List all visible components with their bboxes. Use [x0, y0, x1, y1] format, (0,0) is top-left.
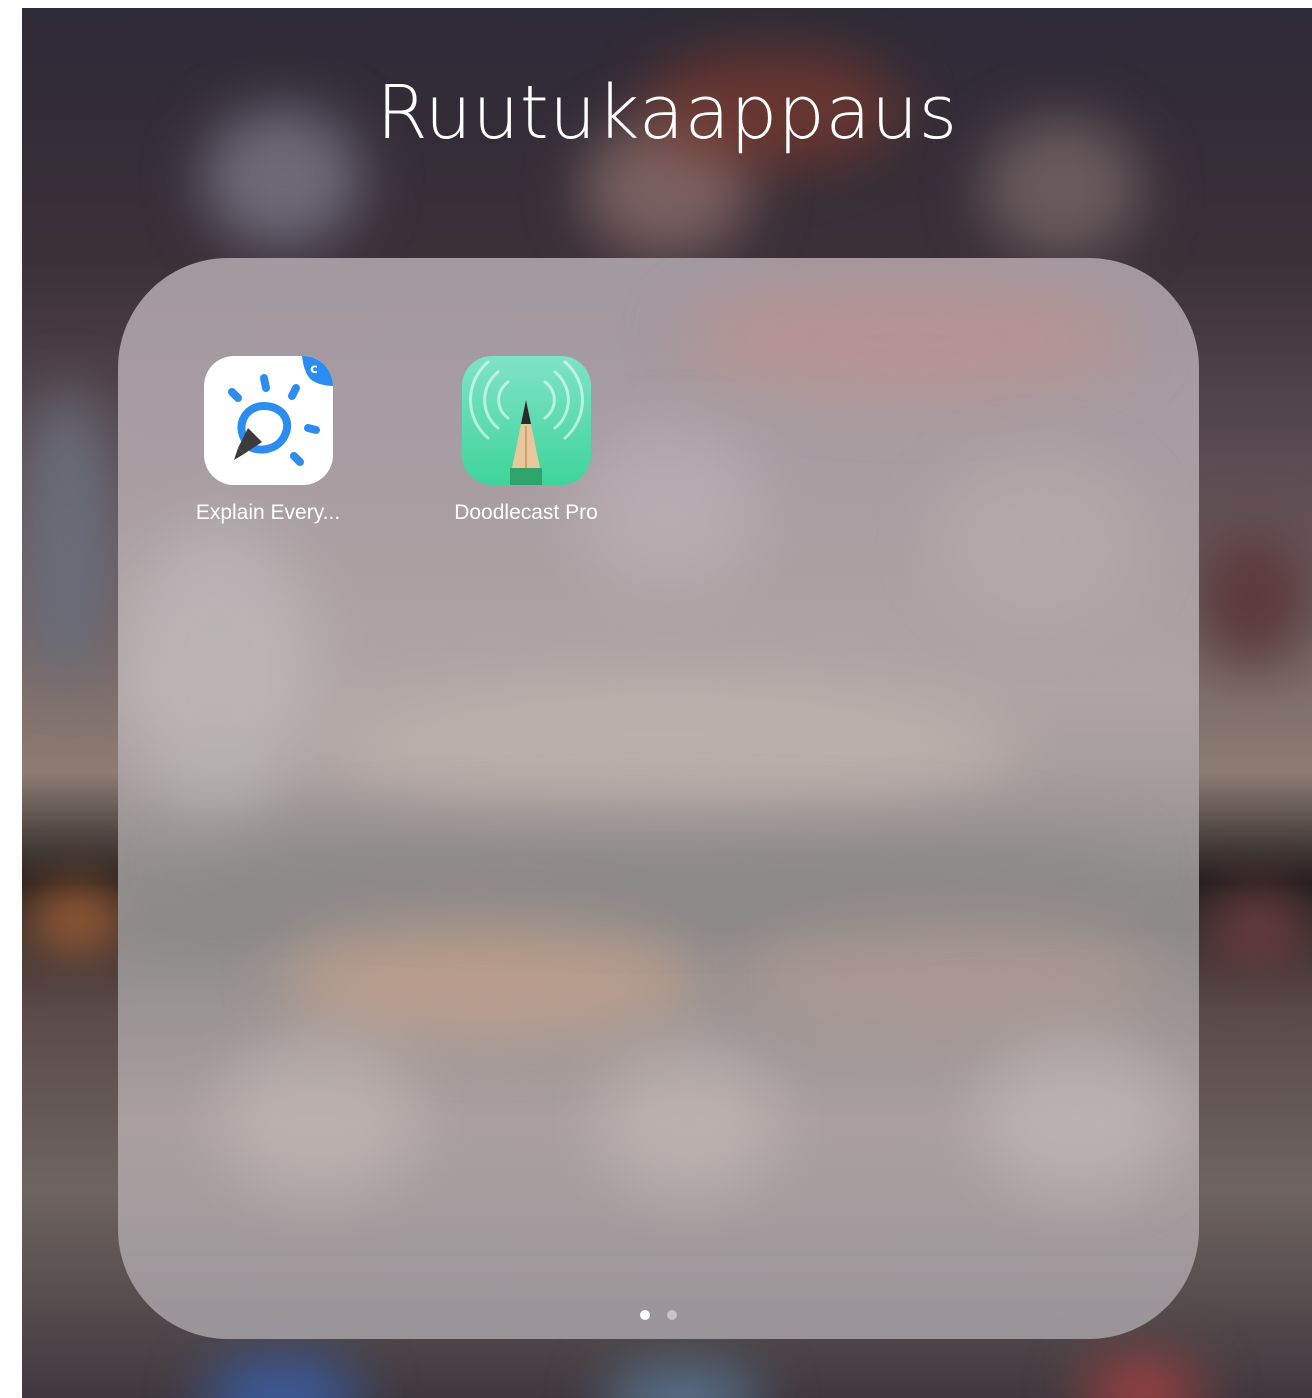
folder-panel: c Explain Every... Doodlecast Pro: [118, 258, 1199, 1339]
app-doodlecast-pro[interactable]: Doodlecast Pro: [436, 356, 616, 525]
svg-text:c: c: [310, 362, 318, 377]
home-screen-background: Ruutukaappaus c Explain Every... Doodlec…: [22, 8, 1312, 1398]
explain-everything-icon[interactable]: c: [203, 356, 333, 485]
folder-title[interactable]: Ruutukaappaus: [22, 70, 1312, 156]
app-label: Explain Every...: [195, 501, 341, 524]
page-dot-inactive[interactable]: [666, 1310, 677, 1320]
page-dot-active[interactable]: [640, 1310, 651, 1320]
app-label: Doodlecast Pro: [454, 501, 598, 524]
doodlecast-pencil-icon[interactable]: [461, 356, 591, 485]
app-explain-everything[interactable]: c Explain Every...: [178, 356, 358, 525]
page-indicator[interactable]: [118, 1307, 1199, 1325]
